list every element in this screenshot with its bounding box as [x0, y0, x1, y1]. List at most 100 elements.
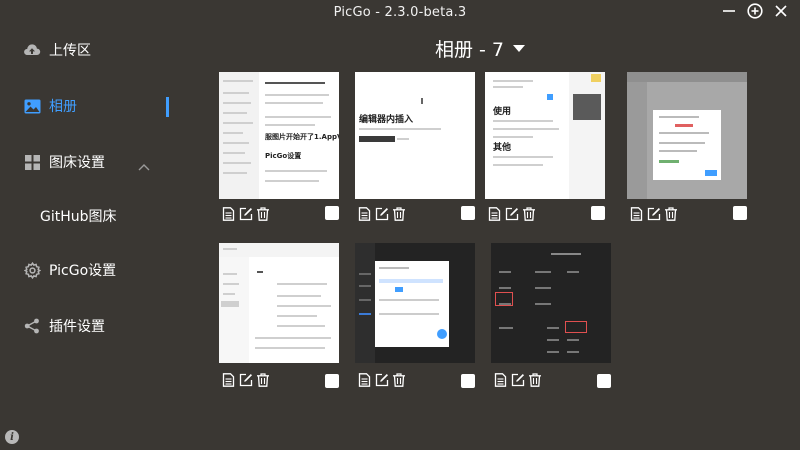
document-icon	[494, 372, 507, 387]
sidebar-item-plugin-settings[interactable]: 插件设置	[0, 306, 180, 346]
window-title: PicGo - 2.3.0-beta.3	[333, 4, 467, 20]
delete-button[interactable]	[255, 372, 270, 387]
delete-button[interactable]	[663, 206, 678, 221]
card-actions	[629, 206, 678, 221]
delete-button[interactable]	[391, 206, 406, 221]
document-icon	[488, 206, 501, 221]
image-card: 编辑器内插入	[355, 72, 475, 221]
thumbnail-text: 使用	[493, 107, 512, 117]
card-actions	[221, 372, 270, 387]
image-card: 服图片开始开了1.AppVeyorPicGo PicGo设置	[219, 72, 339, 221]
close-icon	[775, 5, 787, 17]
edit-button[interactable]	[238, 206, 253, 221]
card-actions	[487, 206, 536, 221]
sidebar: 上传区 相册 图床设置 GitHub图床 PicGo设置 插件设置	[0, 24, 200, 450]
copy-link-button[interactable]	[357, 372, 372, 387]
grid-icon	[23, 153, 41, 171]
edit-button[interactable]	[374, 206, 389, 221]
sidebar-item-label: GitHub图床	[40, 209, 117, 225]
image-thumbnail[interactable]: 服图片开始开了1.AppVeyorPicGo PicGo设置	[219, 72, 339, 199]
image-thumbnail[interactable]: 编辑器内插入	[355, 72, 475, 199]
copy-link-button[interactable]	[221, 206, 236, 221]
document-icon	[358, 372, 371, 387]
sidebar-item-picbed-settings[interactable]: 图床设置	[0, 142, 180, 182]
document-icon	[358, 206, 371, 221]
image-thumbnail[interactable]	[627, 72, 747, 199]
sidebar-item-picgo-settings[interactable]: PicGo设置	[0, 250, 180, 290]
title-bar: PicGo - 2.3.0-beta.3	[0, 0, 800, 24]
edit-button[interactable]	[646, 206, 661, 221]
select-checkbox[interactable]	[597, 374, 611, 388]
plus-circle-icon	[747, 3, 763, 19]
album-title-dropdown[interactable]: 相册 - 7	[435, 36, 526, 61]
edit-icon	[239, 207, 252, 220]
image-thumbnail[interactable]: 使用 其他	[485, 72, 605, 199]
delete-button[interactable]	[255, 206, 270, 221]
image-card	[491, 243, 611, 388]
copy-link-button[interactable]	[629, 206, 644, 221]
minimize-button[interactable]	[720, 2, 738, 20]
sidebar-item-label: 相册	[49, 99, 77, 115]
image-thumbnail[interactable]	[491, 243, 611, 363]
card-actions	[221, 206, 270, 221]
chevron-up-icon	[138, 156, 150, 175]
close-button[interactable]	[772, 2, 790, 20]
edit-button[interactable]	[374, 372, 389, 387]
edit-icon	[375, 373, 388, 386]
image-card	[355, 243, 475, 388]
gear-icon	[23, 261, 41, 279]
card-actions	[357, 206, 406, 221]
sidebar-item-label: 插件设置	[49, 319, 105, 335]
document-icon	[222, 372, 235, 387]
delete-button[interactable]	[527, 372, 542, 387]
image-thumbnail[interactable]	[219, 243, 339, 363]
trash-icon	[528, 372, 541, 387]
select-checkbox[interactable]	[733, 206, 747, 220]
select-checkbox[interactable]	[591, 206, 605, 220]
select-checkbox[interactable]	[461, 374, 475, 388]
trash-icon	[522, 206, 535, 221]
edit-icon	[511, 373, 524, 386]
document-icon	[630, 206, 643, 221]
card-actions	[493, 372, 542, 387]
edit-button[interactable]	[510, 372, 525, 387]
thumbnail-text: 其他	[493, 143, 512, 153]
edit-icon	[505, 207, 518, 220]
caret-down-icon	[513, 44, 526, 52]
sidebar-item-label: 图床设置	[49, 155, 105, 171]
image-thumbnail[interactable]	[355, 243, 475, 363]
image-icon	[23, 97, 41, 115]
delete-button[interactable]	[521, 206, 536, 221]
album-title: 相册 - 7	[435, 38, 505, 61]
image-card	[627, 72, 747, 221]
trash-icon	[392, 206, 405, 221]
edit-icon	[647, 207, 660, 220]
edit-button[interactable]	[504, 206, 519, 221]
info-icon[interactable]: i	[5, 430, 19, 444]
sidebar-item-upload[interactable]: 上传区	[0, 30, 180, 70]
edit-icon	[375, 207, 388, 220]
edit-button[interactable]	[238, 372, 253, 387]
active-indicator	[166, 97, 169, 117]
thumbnail-text: PicGo设置	[265, 152, 302, 160]
sidebar-item-album[interactable]: 相册	[0, 86, 180, 126]
image-card: 使用 其他	[485, 72, 605, 221]
sidebar-item-label: PicGo设置	[49, 263, 117, 279]
cloud-upload-icon	[23, 41, 41, 59]
select-checkbox[interactable]	[325, 374, 339, 388]
minimize-icon	[723, 10, 735, 12]
copy-link-button[interactable]	[357, 206, 372, 221]
thumbnail-text: 服图片开始开了1.AppVeyorPicGo	[265, 133, 339, 141]
maximize-button[interactable]	[746, 2, 764, 20]
window-controls	[720, 2, 790, 20]
delete-button[interactable]	[391, 372, 406, 387]
copy-link-button[interactable]	[221, 372, 236, 387]
select-checkbox[interactable]	[461, 206, 475, 220]
select-checkbox[interactable]	[325, 206, 339, 220]
trash-icon	[256, 372, 269, 387]
card-actions	[357, 372, 406, 387]
sidebar-item-github[interactable]: GitHub图床	[0, 196, 180, 236]
trash-icon	[664, 206, 677, 221]
copy-link-button[interactable]	[493, 372, 508, 387]
copy-link-button[interactable]	[487, 206, 502, 221]
